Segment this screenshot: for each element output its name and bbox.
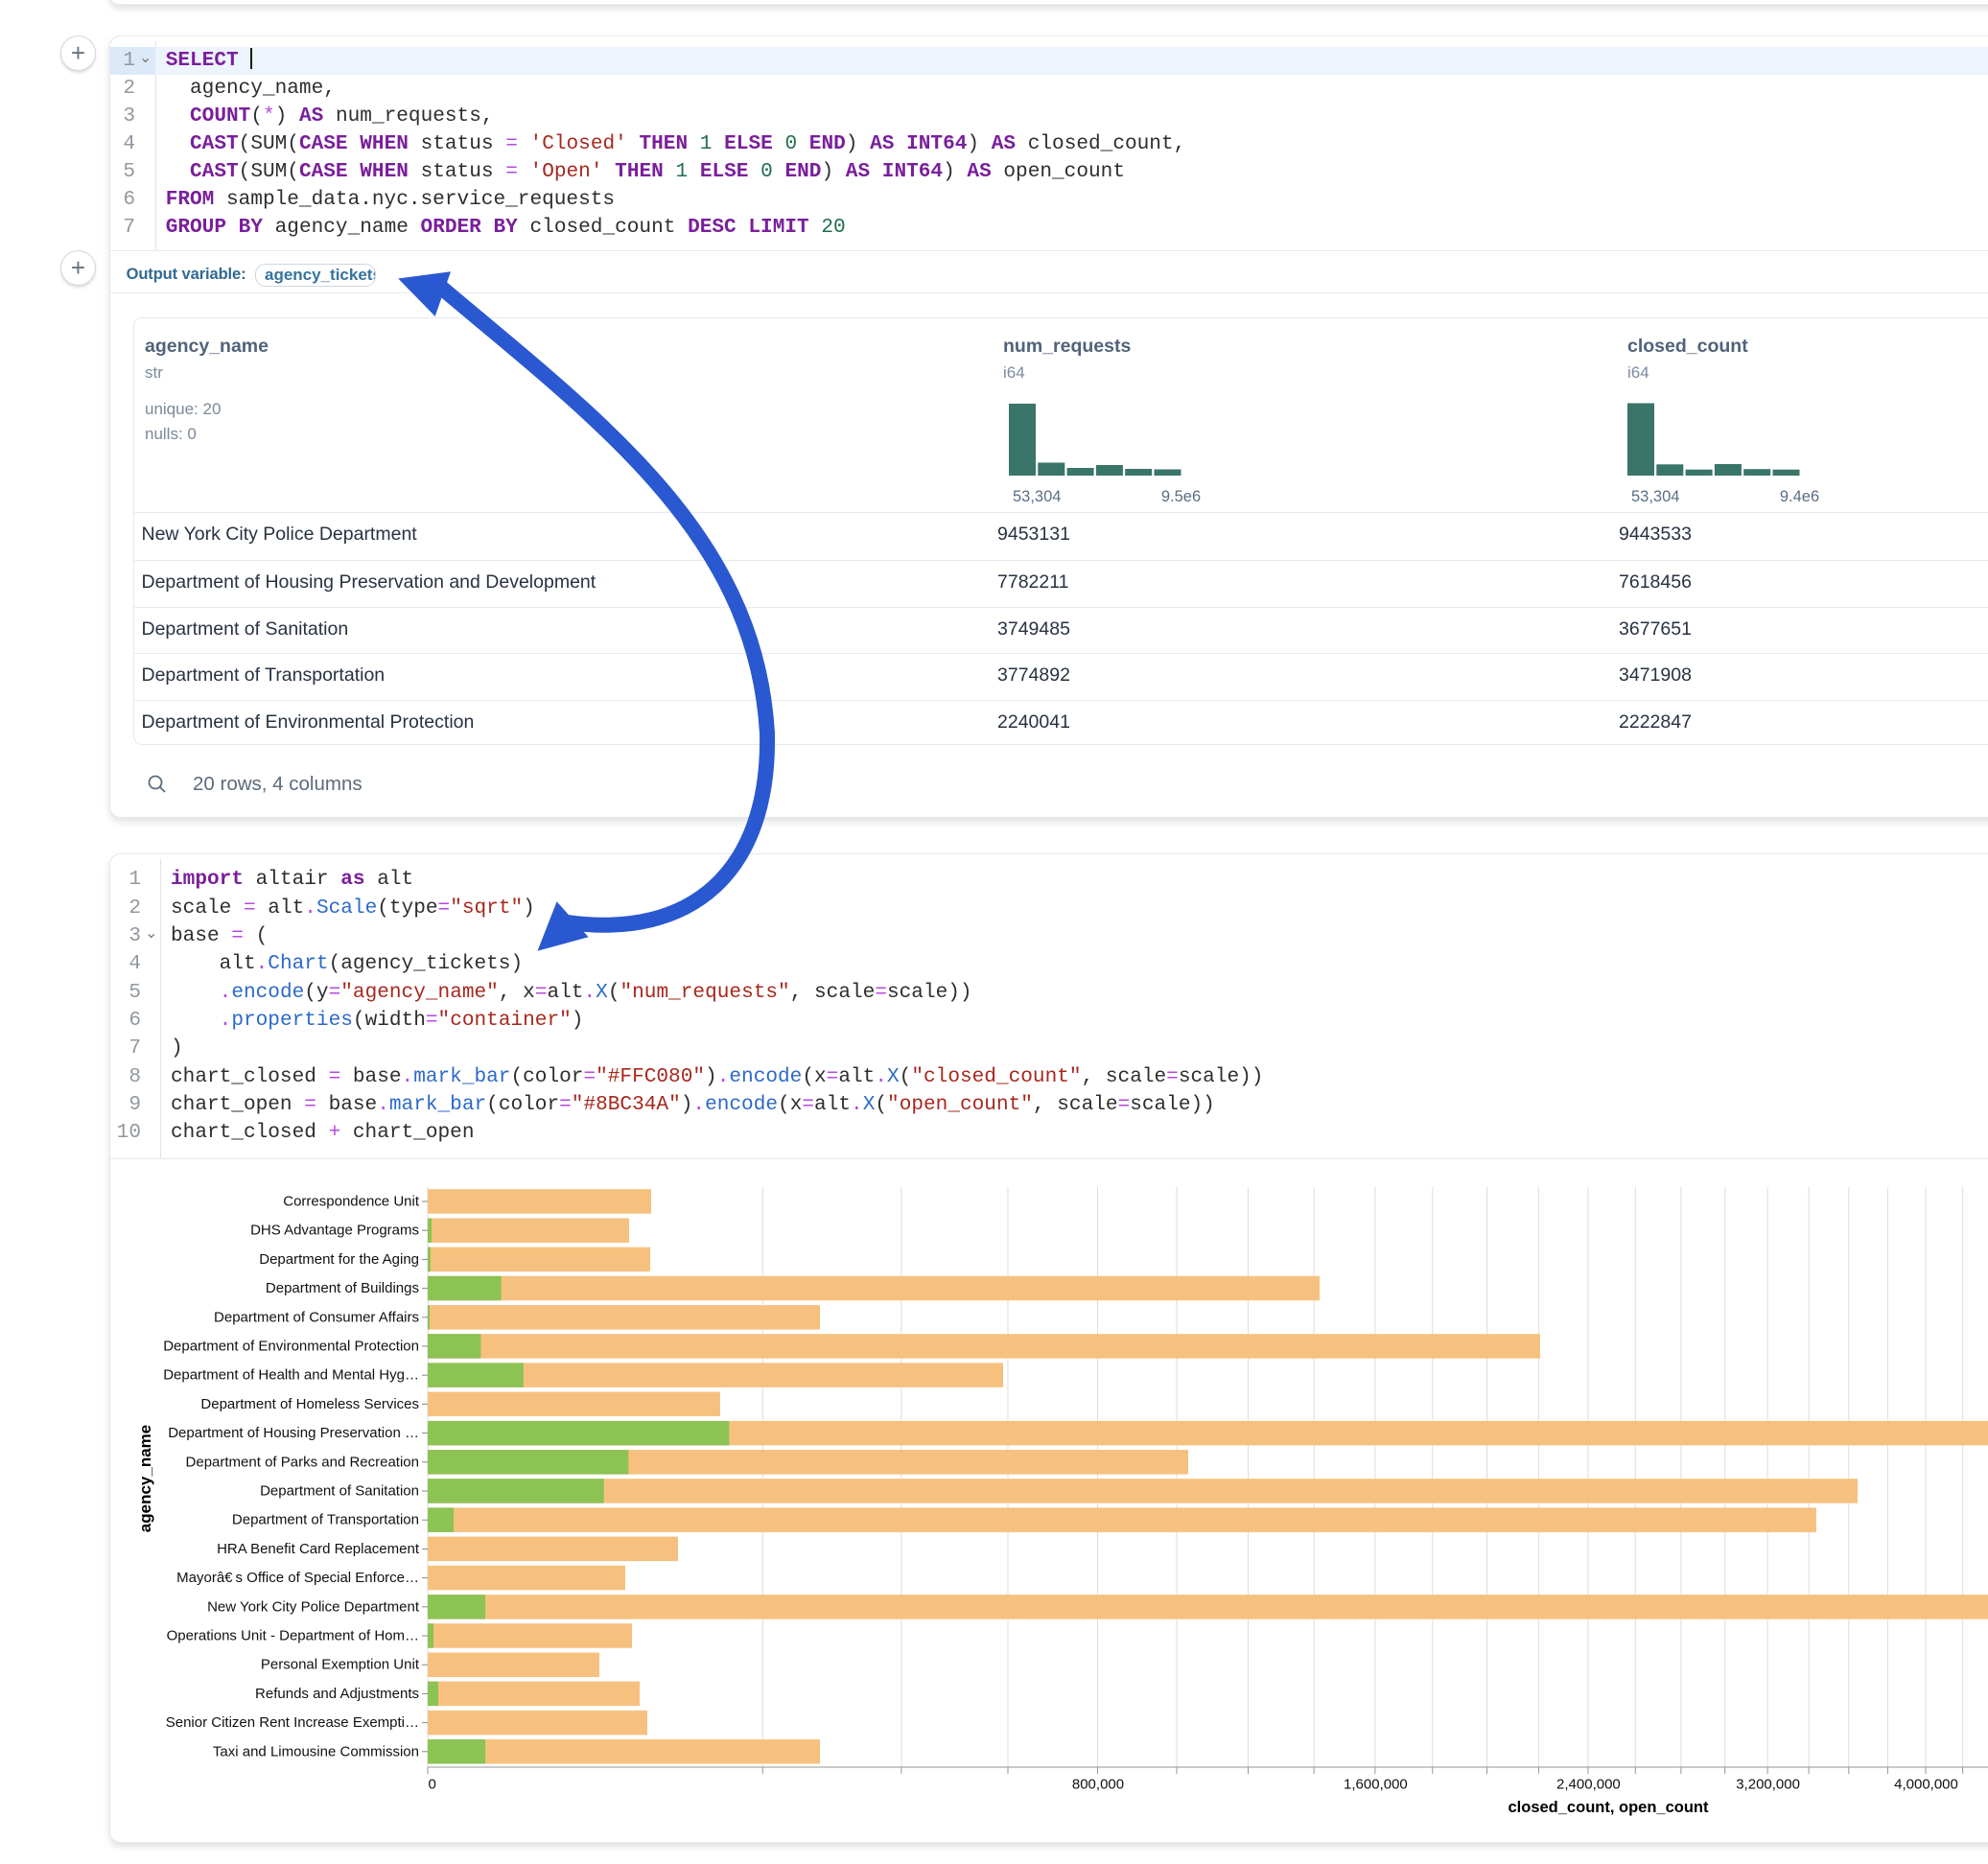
- svg-text:Senior Citizen Rent Increase E: Senior Citizen Rent Increase Exempti…: [166, 1714, 419, 1731]
- svg-text:Department of Transportation: Department of Transportation: [232, 1512, 419, 1528]
- svg-text:DHS Advantage Programs: DHS Advantage Programs: [250, 1223, 419, 1239]
- svg-text:3,200,000: 3,200,000: [1736, 1777, 1800, 1793]
- svg-text:Department of Buildings: Department of Buildings: [266, 1280, 419, 1296]
- svg-text:800,000: 800,000: [1072, 1777, 1124, 1793]
- svg-text:Refunds and Adjustments: Refunds and Adjustments: [255, 1686, 419, 1702]
- svg-text:Department of Housing Preserva: Department of Housing Preservation …: [168, 1425, 419, 1441]
- svg-text:Department of Health and Menta: Department of Health and Mental Hyg…: [163, 1367, 419, 1384]
- svg-text:Department of Consumer Affairs: Department of Consumer Affairs: [214, 1309, 419, 1325]
- svg-text:agency_name: agency_name: [136, 1425, 154, 1532]
- svg-text:0: 0: [429, 1777, 436, 1793]
- svg-text:HRA Benefit Card Replacement: HRA Benefit Card Replacement: [217, 1541, 420, 1557]
- svg-text:Operations Unit - Department o: Operations Unit - Department of Hom…: [167, 1628, 419, 1644]
- svg-text:New York City Police Departmen: New York City Police Department: [207, 1598, 420, 1615]
- svg-text:Department of Environmental Pr: Department of Environmental Protection: [163, 1339, 419, 1355]
- svg-text:closed_count, open_count: closed_count, open_count: [1508, 1799, 1709, 1816]
- svg-text:Department of Sanitation: Department of Sanitation: [260, 1483, 419, 1500]
- svg-text:1,600,000: 1,600,000: [1344, 1777, 1408, 1793]
- svg-text:Department of Parks and Recrea: Department of Parks and Recreation: [186, 1454, 419, 1470]
- svg-text:Mayorâ€ s Office of Special En: Mayorâ€ s Office of Special Enforce…: [176, 1570, 419, 1586]
- svg-text:4,000,000: 4,000,000: [1894, 1777, 1958, 1793]
- svg-text:Correspondence Unit: Correspondence Unit: [283, 1194, 420, 1210]
- svg-text:Department of Homeless Service: Department of Homeless Services: [200, 1396, 419, 1412]
- svg-text:2,400,000: 2,400,000: [1556, 1777, 1621, 1793]
- svg-text:Department for the Aging: Department for the Aging: [259, 1251, 419, 1268]
- svg-text:Personal Exemption Unit: Personal Exemption Unit: [261, 1657, 420, 1673]
- svg-text:Taxi and Limousine Commission: Taxi and Limousine Commission: [213, 1743, 419, 1759]
